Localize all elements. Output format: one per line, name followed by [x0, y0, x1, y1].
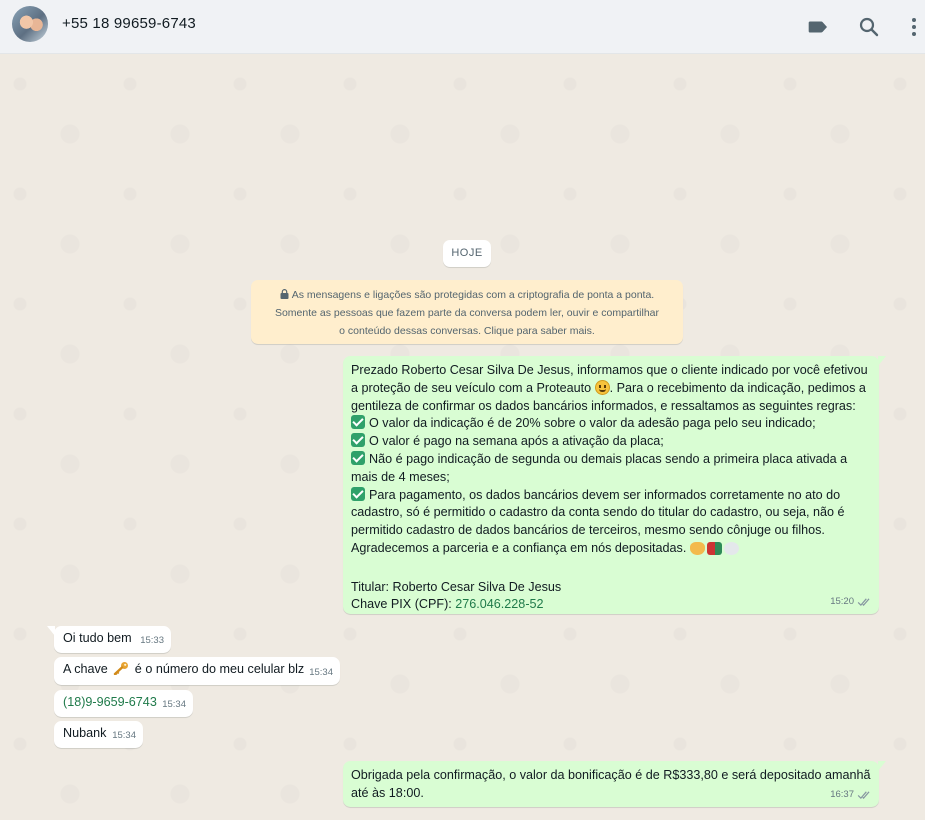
- check-mark-emoji-icon: [351, 415, 365, 430]
- encryption-notice-line-2: Somente as pessoas que fazem parte da co…: [274, 307, 660, 319]
- encryption-notice-line-1: As mensagens e ligações são protegidas c…: [291, 289, 655, 301]
- message-bubble-incoming[interactable]: Nubank 15:34: [54, 721, 143, 748]
- message-bubble-incoming[interactable]: Oi tudo bem 15:33: [47, 626, 171, 653]
- message-text: Nubank: [63, 726, 107, 740]
- contact-name[interactable]: +55 18 99659-6743: [62, 15, 196, 32]
- message-meta: 15:20: [830, 593, 872, 611]
- double-check-icon: [857, 790, 872, 800]
- message-bubble-outgoing[interactable]: Prezado Roberto Cesar Silva De Jesus, in…: [343, 356, 886, 614]
- contact-avatar[interactable]: [12, 6, 48, 42]
- check-mark-emoji-icon: [351, 486, 365, 501]
- message-text: Não é pago indicação de segunda ou demai…: [369, 451, 848, 466]
- message-time: 15:20: [830, 596, 854, 608]
- message-meta: 15:34: [309, 664, 333, 682]
- search-icon[interactable]: [857, 15, 881, 39]
- date-chip: HOJE: [443, 240, 491, 267]
- truck-emoji-icon: [706, 541, 722, 555]
- message-text: O valor da indicação é de 20% sobre o va…: [369, 416, 816, 431]
- handshake-emoji-icon: [689, 541, 705, 555]
- message-meta: 16:37: [830, 786, 872, 804]
- message-text: O valor é pago na semana após a ativação…: [369, 434, 664, 449]
- message-meta: 15:33: [140, 632, 164, 650]
- message-text: até às 18:00.: [351, 785, 424, 800]
- message-time: 15:34: [162, 699, 186, 711]
- menu-dots-icon[interactable]: [902, 15, 925, 39]
- message-text: cadastro, só é permitido o cadastro da c…: [351, 505, 845, 520]
- message-text: gentileza de confirmar os dados bancário…: [351, 398, 856, 413]
- check-mark-emoji-icon: [351, 433, 365, 448]
- message-text: A chave: [63, 662, 112, 676]
- lock-icon: [280, 289, 289, 299]
- message-bubble-incoming[interactable]: A chave é o número do meu celular blz 15…: [54, 657, 340, 685]
- message-time: 16:37: [830, 789, 854, 801]
- message-text: Titular: Roberto Cesar Silva De Jesus: [351, 579, 562, 594]
- message-time: 15:34: [309, 667, 333, 679]
- phone-number-link[interactable]: (18)9-9659-6743: [63, 695, 157, 709]
- encryption-notice[interactable]: As mensagens e ligações são protegidas c…: [251, 280, 683, 344]
- message-text: a proteção de seu veículo com a Proteaut…: [351, 380, 595, 395]
- smiley-emoji-icon: [594, 379, 610, 395]
- message-time: 15:34: [112, 730, 136, 742]
- key-emoji-icon: [113, 661, 129, 675]
- check-mark-emoji-icon: [351, 450, 365, 465]
- message-text: permitido cadastro de dados bancários de…: [351, 523, 825, 538]
- message-text: Obrigada pela confirmação, o valor da bo…: [351, 768, 871, 782]
- pix-key-link[interactable]: 276.046.228-52: [455, 597, 543, 611]
- message-text: Para pagamento, os dados bancários devem…: [369, 487, 841, 502]
- chat-header: +55 18 99659-6743: [0, 0, 925, 54]
- message-text: . Para o recebimento da indicação, pedim…: [609, 380, 866, 395]
- cloud-emoji-icon: [723, 541, 739, 555]
- message-text: mais de 4 meses;: [351, 469, 450, 484]
- double-check-icon: [857, 597, 872, 607]
- label-icon[interactable]: [806, 15, 830, 39]
- encryption-notice-line-3: o conteúdo dessas conversas. Clique para…: [339, 325, 595, 337]
- message-meta: 15:34: [162, 696, 186, 714]
- chat-area[interactable]: HOJE As mensagens e ligações são protegi…: [0, 54, 925, 820]
- message-text: Chave PIX (CPF):: [351, 597, 456, 612]
- emoji-group: [689, 541, 741, 561]
- message-meta: 15:34: [112, 727, 136, 745]
- message-time: 15:33: [140, 635, 164, 647]
- message-bubble-incoming[interactable]: (18)9-9659-6743 15:34: [54, 690, 193, 717]
- message-bubble-outgoing[interactable]: Obrigada pela confirmação, o valor da bo…: [343, 761, 886, 807]
- message-text: Oi tudo bem: [63, 631, 132, 645]
- message-text: Agradecemos a parceria e a confiança em …: [351, 540, 690, 555]
- message-text: é o número do meu celular blz: [131, 662, 305, 676]
- message-text: Prezado Roberto Cesar Silva De Jesus, in…: [351, 363, 868, 377]
